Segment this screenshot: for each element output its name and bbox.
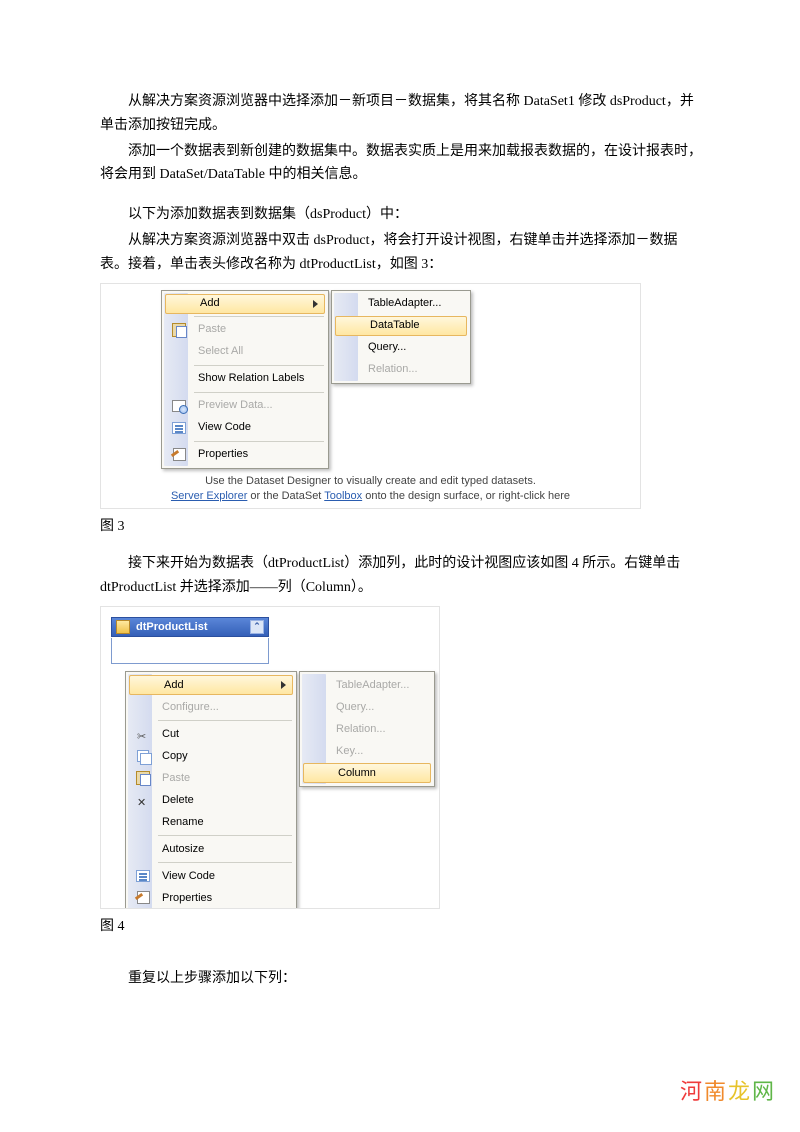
figure-3: Add Paste Select All Show Relation Label… — [100, 283, 641, 509]
menu-item-datatable[interactable]: DataTable — [335, 316, 467, 336]
menu-label: Preview Data... — [198, 396, 308, 415]
hint-line: Use the Dataset Designer to visually cre… — [101, 474, 640, 489]
menu-item-add[interactable]: Add — [129, 675, 293, 695]
paragraph: 从解决方案资源浏览器中双击 dsProduct，将会打开设计视图，右键单击并选择… — [100, 229, 705, 277]
menu-item-paste[interactable]: Paste — [128, 767, 294, 789]
menu-item-cut[interactable]: Cut — [128, 723, 294, 745]
link-toolbox[interactable]: Toolbox — [324, 490, 362, 502]
chevron-up-icon[interactable]: ⌃ — [250, 620, 264, 634]
paragraph: 从解决方案资源浏览器中选择添加－新项目－数据集，将其名称 DataSet1 修改… — [100, 90, 705, 138]
menu-item-properties[interactable]: Properties — [128, 887, 294, 909]
menu-item-tableadapter[interactable]: TableAdapter... — [302, 674, 432, 696]
menu-label: Paste — [162, 769, 276, 788]
menu-label: Paste — [198, 320, 308, 339]
menu-label: Relation... — [368, 360, 450, 379]
menu-label: Add — [164, 676, 274, 695]
menu-label: Copy — [162, 747, 276, 766]
datatable-body[interactable] — [111, 638, 269, 664]
menu-label: DataTable — [370, 316, 448, 335]
figure-caption: 图 3 — [100, 515, 705, 539]
properties-icon — [137, 891, 150, 904]
chevron-right-icon — [313, 300, 318, 308]
menu-label: Key... — [336, 742, 414, 761]
submenu-add: TableAdapter... DataTable Query... Relat… — [331, 290, 471, 384]
menu-label: View Code — [162, 867, 276, 886]
menu-item-query[interactable]: Query... — [334, 337, 468, 359]
paste-icon — [172, 323, 186, 337]
menu-label: Properties — [162, 889, 276, 908]
link-server-explorer[interactable]: Server Explorer — [171, 490, 247, 502]
menu-label: Query... — [368, 338, 450, 357]
context-menu: Add Configure... Cut Copy — [125, 671, 297, 909]
menu-item-properties[interactable]: Properties — [164, 444, 326, 466]
menu-label: TableAdapter... — [368, 294, 450, 313]
menu-item-show-relation[interactable]: Show Relation Labels — [164, 368, 326, 390]
menu-item-column[interactable]: Column — [303, 763, 431, 783]
preview-icon — [172, 400, 186, 412]
figure-caption: 图 4 — [100, 915, 705, 939]
menu-label: Select All — [198, 342, 308, 361]
menu-label: Autosize — [162, 840, 276, 859]
datatable-header[interactable]: dtProductList ⌃ — [111, 617, 269, 637]
paragraph: 添加一个数据表到新创建的数据集中。数据表实质上是用来加载报表数据的，在设计报表时… — [100, 140, 705, 188]
hint-text: or the DataSet — [247, 490, 324, 502]
code-icon — [172, 422, 186, 434]
menu-item-view-code[interactable]: View Code — [128, 865, 294, 887]
menu-item-view-code[interactable]: View Code — [164, 417, 326, 439]
datatable-name: dtProductList — [136, 618, 208, 637]
copy-icon — [137, 750, 149, 762]
designer-hint: Use the Dataset Designer to visually cre… — [101, 474, 640, 504]
menu-label: Add — [200, 294, 306, 313]
hint-text: onto the design surface, or right-click … — [362, 490, 570, 502]
menu-item-select-all[interactable]: Select All — [164, 341, 326, 363]
paragraph: 重复以上步骤添加以下列： — [100, 967, 705, 991]
site-watermark: 河南龙网 — [680, 1073, 776, 1110]
menu-label: View Code — [198, 418, 308, 437]
menu-item-rename[interactable]: Rename — [128, 811, 294, 833]
menu-label: Query... — [336, 698, 414, 717]
menu-item-relation[interactable]: Relation... — [302, 718, 432, 740]
properties-icon — [173, 448, 186, 461]
menu-item-paste[interactable]: Paste — [164, 319, 326, 341]
menu-label: Properties — [198, 445, 308, 464]
document-body: 从解决方案资源浏览器中选择添加－新项目－数据集，将其名称 DataSet1 修改… — [0, 0, 800, 1033]
menu-item-preview-data[interactable]: Preview Data... — [164, 395, 326, 417]
menu-item-tableadapter[interactable]: TableAdapter... — [334, 293, 468, 315]
menu-label: Show Relation Labels — [198, 369, 308, 388]
menu-label: Delete — [162, 791, 276, 810]
menu-item-key[interactable]: Key... — [302, 740, 432, 762]
hint-line: Server Explorer or the DataSet Toolbox o… — [101, 489, 640, 504]
figure-4: dtProductList ⌃ Add Configure... — [100, 606, 440, 909]
menu-label: Column — [338, 764, 412, 783]
chevron-right-icon — [281, 681, 286, 689]
menu-item-add[interactable]: Add — [165, 294, 325, 314]
menu-item-relation[interactable]: Relation... — [334, 359, 468, 381]
menu-item-delete[interactable]: Delete — [128, 789, 294, 811]
menu-item-configure[interactable]: Configure... — [128, 696, 294, 718]
submenu-add: TableAdapter... Query... Relation... Key… — [299, 671, 435, 787]
menu-label: Rename — [162, 813, 276, 832]
paste-icon — [136, 771, 150, 785]
menu-label: TableAdapter... — [336, 676, 414, 695]
paragraph: 以下为添加数据表到数据集（dsProduct）中： — [100, 203, 705, 227]
delete-icon — [137, 794, 149, 806]
menu-label: Relation... — [336, 720, 414, 739]
cut-icon — [137, 728, 149, 740]
datatable-icon — [116, 620, 130, 634]
menu-label: Cut — [162, 725, 276, 744]
paragraph: 接下来开始为数据表（dtProductList）添加列，此时的设计视图应该如图 … — [100, 552, 705, 600]
menu-item-copy[interactable]: Copy — [128, 745, 294, 767]
code-icon — [136, 870, 150, 882]
menu-label: Configure... — [162, 698, 276, 717]
menu-item-autosize[interactable]: Autosize — [128, 838, 294, 860]
menu-item-query[interactable]: Query... — [302, 696, 432, 718]
context-menu: Add Paste Select All Show Relation Label… — [161, 290, 329, 469]
